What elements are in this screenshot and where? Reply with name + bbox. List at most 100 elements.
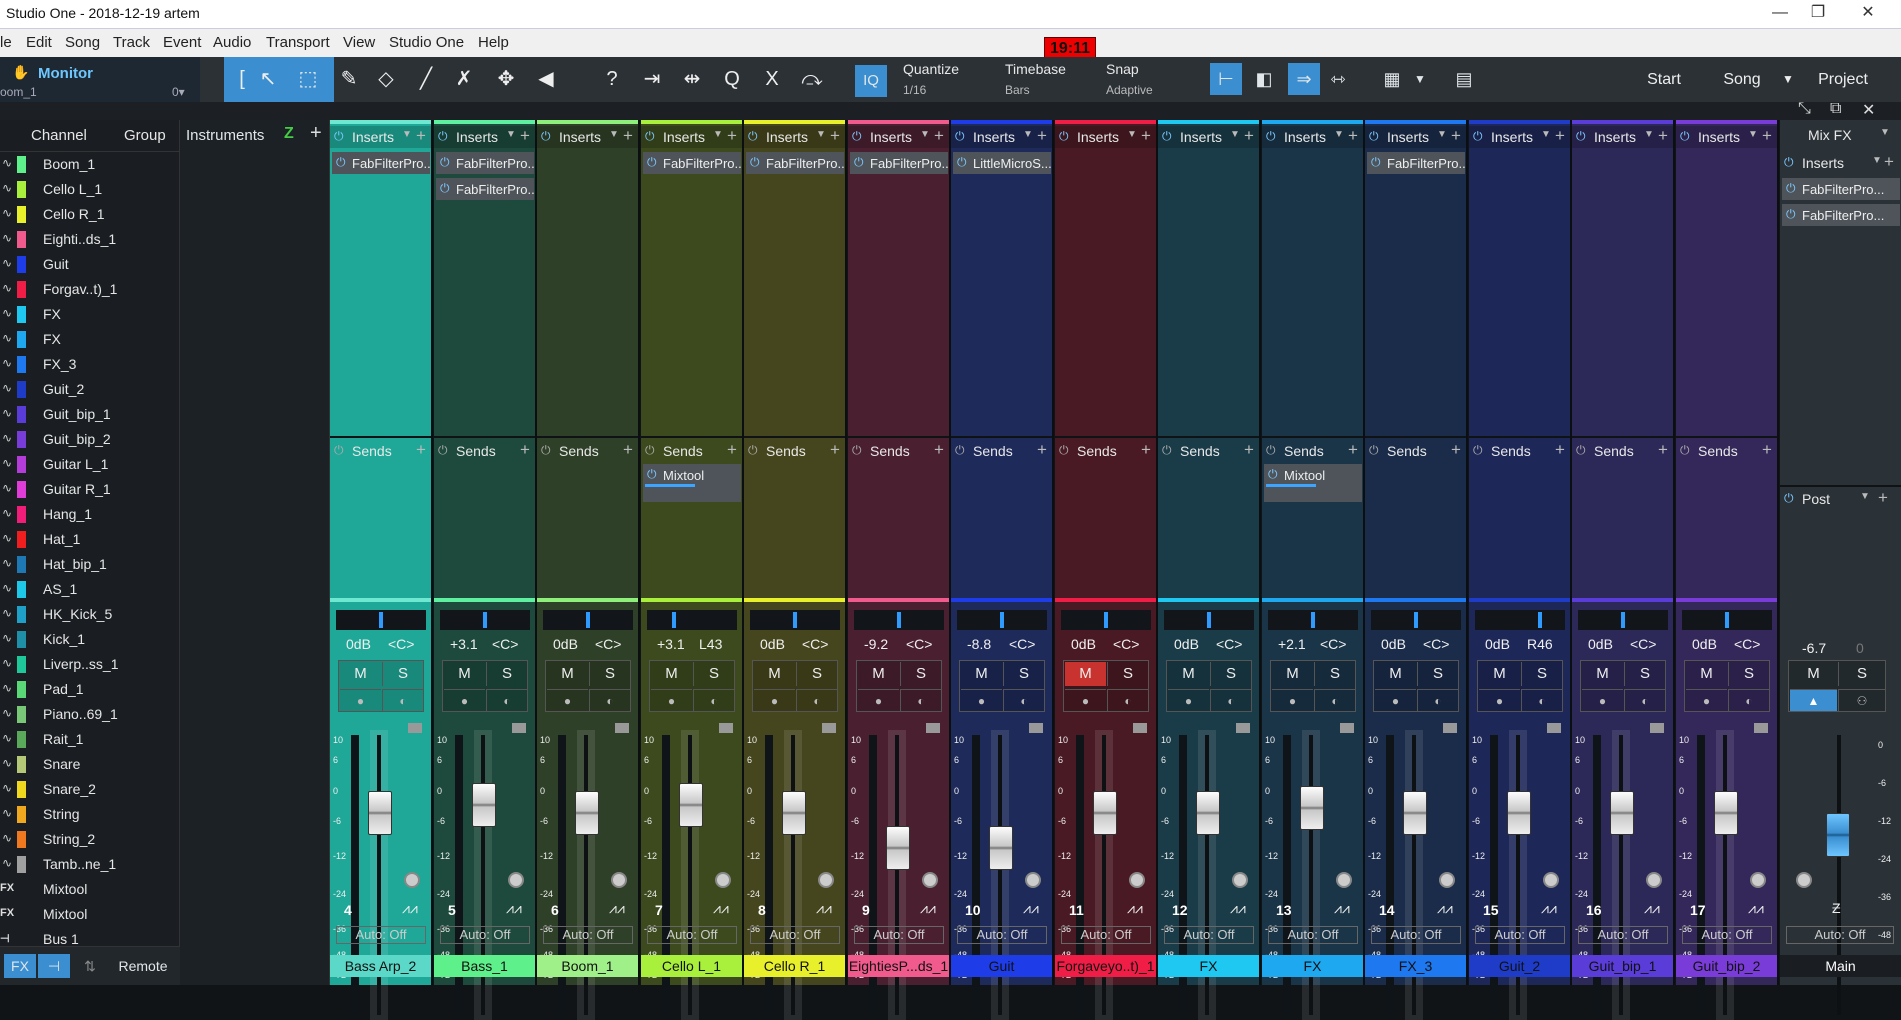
timebase-value[interactable]: Bars — [1005, 83, 1030, 97]
mix-fx-header[interactable]: Mix FX ▼ — [1780, 124, 1890, 146]
pan-display[interactable] — [1371, 610, 1461, 630]
inserts-header[interactable]: ⏻ Inserts ▼ + — [1676, 126, 1777, 148]
add-send-button[interactable]: + — [623, 440, 633, 460]
pan-display[interactable] — [854, 610, 944, 630]
window-icon[interactable]: ⧉ — [1830, 100, 1841, 118]
mute-button[interactable]: M — [340, 662, 381, 686]
fader-mode-icon[interactable] — [1443, 723, 1457, 733]
inserts-header[interactable]: ⏻ Inserts ▼ + — [537, 126, 638, 148]
power-icon[interactable]: ⏻ — [852, 129, 862, 144]
power-icon[interactable]: ⏻ — [748, 129, 758, 144]
channel-list-item[interactable]: ∿ Guit — [0, 252, 179, 277]
power-icon[interactable]: ⏻ — [438, 443, 448, 458]
fader-mode-icon[interactable] — [719, 723, 733, 733]
monitor-panel[interactable]: ✋ Monitor oom_1 0▾ — [0, 57, 200, 102]
add-send-button[interactable]: + — [1037, 440, 1047, 460]
mute-button[interactable]: M — [961, 662, 1002, 686]
record-icon[interactable]: ● — [1065, 689, 1106, 711]
record-icon[interactable]: ● — [1272, 689, 1313, 711]
mute-button[interactable]: M — [754, 662, 795, 686]
send-level-bar[interactable] — [1266, 484, 1316, 487]
mute-button[interactable]: M — [1686, 662, 1727, 686]
channel-name-bar[interactable]: Cello R_1 — [744, 955, 845, 977]
snap-both-icon[interactable]: ⇹ — [676, 63, 708, 95]
add-insert-button[interactable]: + — [830, 126, 840, 146]
fader-mode-icon[interactable] — [1547, 723, 1561, 733]
remote-button[interactable]: Remote — [110, 954, 176, 978]
waveform-icon[interactable]: ⩘⩘ — [1023, 900, 1039, 917]
channel-name-bar[interactable]: Bass Arp_2 — [330, 955, 431, 977]
power-icon[interactable]: ⏻ — [955, 129, 965, 144]
fader-mode-icon[interactable] — [926, 723, 940, 733]
main-fader[interactable] — [1826, 813, 1850, 857]
volume-value[interactable]: +2.1 — [1278, 636, 1306, 652]
volume-value[interactable]: 0dB — [1485, 636, 1510, 652]
volume-value[interactable]: 0dB — [1588, 636, 1613, 652]
channel-list-item[interactable]: ∿ FX_3 — [0, 352, 179, 377]
record-icon[interactable]: ● — [547, 689, 588, 711]
power-icon[interactable]: ⏻ — [645, 129, 655, 144]
add-send-button[interactable]: + — [1141, 440, 1151, 460]
power-icon[interactable]: ⏻ — [955, 443, 965, 458]
volume-fader[interactable] — [1093, 790, 1117, 835]
start-button[interactable]: Start — [1628, 57, 1700, 102]
snap-grid-icon[interactable]: ⊢ — [1210, 63, 1242, 95]
monitor-icon[interactable]: ◐ — [1624, 689, 1665, 711]
pan-knob[interactable] — [1025, 872, 1041, 888]
insert-plugin-slot[interactable]: ⏻ FabFilterPro... — [746, 152, 844, 174]
channel-name-bar[interactable]: Guit_bip_1 — [1572, 955, 1673, 977]
waveform-icon[interactable]: ⩘⩘ — [920, 900, 936, 917]
power-icon[interactable]: ⏻ — [541, 443, 551, 458]
power-icon[interactable]: ⏻ — [1473, 129, 1483, 144]
monitor-icon[interactable]: ◐ — [1417, 689, 1458, 711]
fx-channel-item[interactable]: FX Mixtool — [0, 877, 179, 902]
pan-display[interactable] — [336, 610, 426, 630]
volume-fader[interactable] — [886, 825, 910, 870]
group-tab[interactable]: Group — [124, 127, 166, 144]
volume-value[interactable]: 0dB — [760, 636, 785, 652]
pan-value[interactable]: L43 — [699, 636, 722, 652]
eraser-tool-icon[interactable]: ◇ — [370, 63, 402, 95]
channel-list-item[interactable]: ∿ Guit_bip_2 — [0, 427, 179, 452]
power-icon[interactable]: ⏻ — [957, 155, 967, 170]
fader-mode-icon[interactable] — [1754, 723, 1768, 733]
monitor-icon[interactable]: ◐ — [1003, 689, 1044, 711]
fx-button[interactable]: FX — [4, 954, 36, 978]
quantize-q-icon[interactable]: Q — [716, 63, 748, 95]
menu-event[interactable]: Event — [163, 34, 201, 51]
sends-header[interactable]: ⏻ Sends + — [1262, 440, 1363, 462]
channel-list-item[interactable]: ∿ Guit_bip_1 — [0, 402, 179, 427]
add-instrument-button[interactable]: + — [310, 122, 322, 145]
menu-track[interactable]: Track — [113, 34, 150, 51]
record-icon[interactable]: ● — [340, 689, 381, 711]
power-icon[interactable]: ⏻ — [1473, 443, 1483, 458]
solo-button[interactable]: S — [1210, 662, 1251, 686]
solo-button[interactable]: S — [589, 662, 630, 686]
volume-fader[interactable] — [575, 790, 599, 835]
monitor-icon[interactable]: ◐ — [1728, 689, 1769, 711]
power-icon[interactable]: ⏻ — [1059, 129, 1069, 144]
record-icon[interactable]: ● — [1375, 689, 1416, 711]
channel-list-item[interactable]: ∿ String — [0, 802, 179, 827]
solo-button[interactable]: S — [1314, 662, 1355, 686]
automation-button[interactable]: Auto: Off — [750, 926, 840, 944]
pan-display[interactable] — [1268, 610, 1358, 630]
pan-value[interactable]: <C> — [1216, 636, 1242, 652]
add-send-button[interactable]: + — [1762, 440, 1772, 460]
monitor-icon[interactable]: ◐ — [486, 689, 527, 711]
power-icon[interactable]: ⏻ — [1576, 443, 1586, 458]
pan-knob[interactable] — [818, 872, 834, 888]
inserts-header[interactable]: ⏻ Inserts ▼ + — [1158, 126, 1259, 148]
add-send-button[interactable]: + — [1348, 440, 1358, 460]
insert-plugin-slot[interactable]: ⏻ FabFilterPro... — [1367, 152, 1465, 174]
pan-knob[interactable] — [922, 872, 938, 888]
automation-button[interactable]: Auto: Off — [854, 926, 944, 944]
solo-button[interactable]: S — [382, 662, 423, 686]
pan-value[interactable]: <C> — [1423, 636, 1449, 652]
insert-plugin-slot[interactable]: ⏻ FabFilterPro... — [850, 152, 948, 174]
power-icon[interactable]: ⏻ — [1680, 443, 1690, 458]
inserts-header[interactable]: ⏻ Inserts ▼ + — [330, 126, 431, 148]
automation-button[interactable]: Auto: Off — [1268, 926, 1358, 944]
pan-knob[interactable] — [404, 872, 420, 888]
power-icon[interactable]: ⏻ — [336, 155, 346, 170]
